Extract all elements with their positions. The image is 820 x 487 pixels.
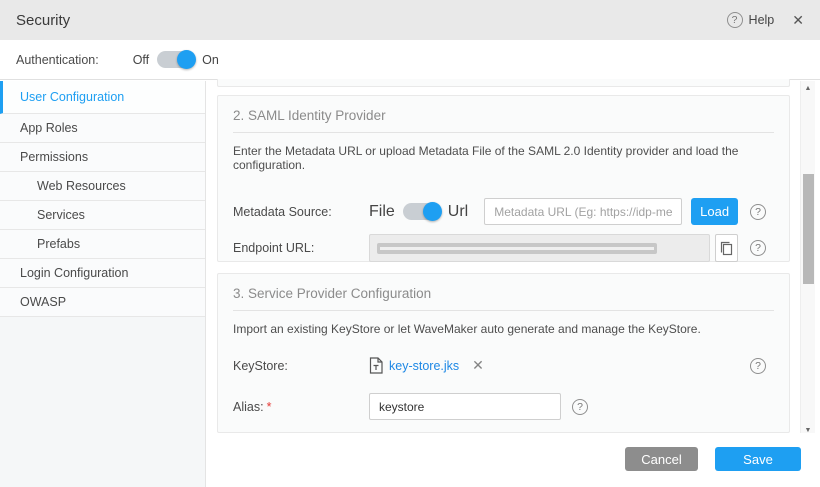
saml-section-description: Enter the Metadata URL or upload Metadat… xyxy=(233,144,774,172)
endpoint-url-label: Endpoint URL: xyxy=(233,241,369,255)
saml-section-title: 2. SAML Identity Provider xyxy=(233,108,774,133)
alias-input[interactable] xyxy=(369,393,561,420)
load-button[interactable]: Load xyxy=(691,198,738,225)
sidebar-item-prefabs[interactable]: Prefabs xyxy=(0,230,205,259)
service-provider-card: 3. Service Provider Configuration Import… xyxy=(217,273,790,433)
keystore-help-icon[interactable]: ? xyxy=(750,358,766,374)
copy-icon xyxy=(720,241,733,256)
toggle-knob xyxy=(177,50,196,69)
metadata-url-input[interactable] xyxy=(484,198,682,225)
titlebar-actions: ? Help ✕ xyxy=(727,12,804,29)
save-button[interactable]: Save xyxy=(715,447,801,471)
file-icon xyxy=(369,357,383,374)
help-label: Help xyxy=(749,13,775,27)
endpoint-url-help-icon[interactable]: ? xyxy=(750,240,766,256)
keystore-row: KeyStore: key-store.jks ✕ ? xyxy=(233,357,774,374)
keystore-file-chip: key-store.jks ✕ xyxy=(369,357,484,374)
auth-on-label: On xyxy=(202,53,219,67)
sidebar-item-web-resources[interactable]: Web Resources xyxy=(0,172,205,201)
alias-help-icon[interactable]: ? xyxy=(572,399,588,415)
authentication-row: Authentication: Off On xyxy=(0,40,820,80)
metadata-source-help-icon[interactable]: ? xyxy=(750,204,766,220)
authentication-toggle[interactable] xyxy=(157,51,194,68)
authentication-label: Authentication: xyxy=(16,53,99,67)
cancel-button[interactable]: Cancel xyxy=(625,447,698,471)
sidebar: User Configuration App Roles Permissions… xyxy=(0,81,206,487)
sidebar-item-app-roles[interactable]: App Roles xyxy=(0,114,205,143)
vertical-scrollbar[interactable]: ▲ ▼ xyxy=(800,81,815,438)
page-title: Security xyxy=(16,12,70,29)
close-icon[interactable]: ✕ xyxy=(792,12,804,29)
url-option-label: Url xyxy=(448,203,468,221)
alias-label: Alias:* xyxy=(233,400,369,414)
help-button[interactable]: ? Help xyxy=(727,12,775,28)
metadata-source-row: Metadata Source: File Url Load ? xyxy=(233,198,774,225)
sidebar-item-login-configuration[interactable]: Login Configuration xyxy=(0,259,205,288)
alias-label-text: Alias: xyxy=(233,400,264,414)
required-marker: * xyxy=(267,400,272,414)
sidebar-item-owasp[interactable]: OWASP xyxy=(0,288,205,317)
auth-off-label: Off xyxy=(133,53,149,67)
main-content: 2. SAML Identity Provider Enter the Meta… xyxy=(207,81,820,487)
sp-section-description: Import an existing KeyStore or let WaveM… xyxy=(233,322,774,336)
sidebar-item-user-configuration[interactable]: User Configuration xyxy=(0,81,205,114)
redacted-url-value xyxy=(377,243,657,254)
titlebar: Security ? Help ✕ xyxy=(0,0,820,40)
alias-row: Alias:* ? xyxy=(233,393,774,420)
security-dialog: Security ? Help ✕ Authentication: Off On… xyxy=(0,0,820,487)
help-icon: ? xyxy=(727,12,743,28)
scrollbar-thumb[interactable] xyxy=(803,174,814,284)
keystore-file-link[interactable]: key-store.jks xyxy=(389,359,459,373)
saml-identity-provider-card: 2. SAML Identity Provider Enter the Meta… xyxy=(217,95,790,262)
file-option-label: File xyxy=(369,203,395,221)
sidebar-item-services[interactable]: Services xyxy=(0,201,205,230)
previous-section-card-edge xyxy=(217,79,790,87)
footer: Cancel Save xyxy=(207,433,820,487)
metadata-source-label: Metadata Source: xyxy=(233,205,369,219)
sidebar-item-permissions[interactable]: Permissions xyxy=(0,143,205,172)
toggle-knob xyxy=(423,202,442,221)
metadata-source-toggle[interactable] xyxy=(403,203,440,220)
copy-button[interactable] xyxy=(715,234,738,262)
remove-keystore-icon[interactable]: ✕ xyxy=(472,357,484,374)
scroll-up-icon[interactable]: ▲ xyxy=(801,85,815,92)
endpoint-url-field xyxy=(369,234,710,262)
keystore-label: KeyStore: xyxy=(233,359,369,373)
endpoint-url-row: Endpoint URL: ? xyxy=(233,234,774,262)
sp-section-title: 3. Service Provider Configuration xyxy=(233,286,774,311)
